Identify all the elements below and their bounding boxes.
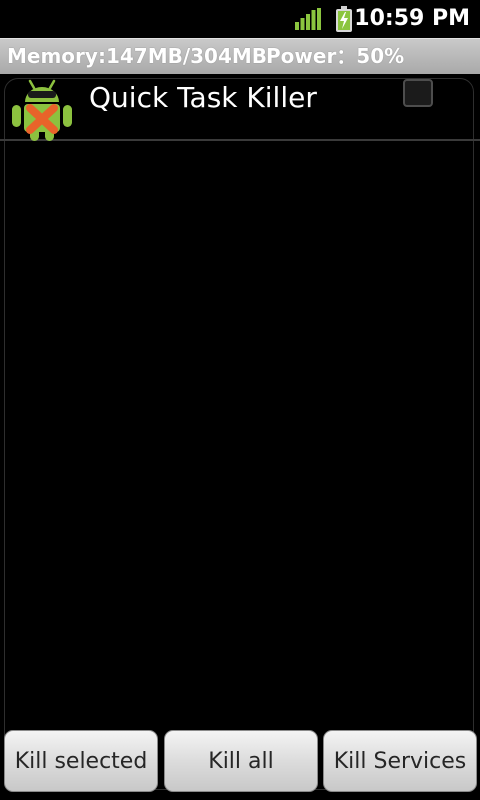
info-strip: Memory:147MB/304MB Power：50% <box>0 38 480 74</box>
memory-usage: Memory:147MB/304MB <box>7 44 268 68</box>
battery-level: Power：50% <box>266 44 405 68</box>
kill-selected-button[interactable]: Kill selected <box>4 730 158 792</box>
status-bar: 10:59 PM <box>0 0 480 38</box>
app-title: Quick Task Killer <box>89 81 317 114</box>
select-all-checkbox[interactable] <box>403 79 433 107</box>
signal-icon <box>295 8 321 30</box>
kill-all-button[interactable]: Kill all <box>164 730 318 792</box>
battery-charging-icon <box>336 6 352 32</box>
clock: 10:59 PM <box>354 6 470 31</box>
android-killer-icon <box>12 79 72 141</box>
action-button-row: Kill selected Kill all Kill Services <box>0 728 480 800</box>
kill-services-button[interactable]: Kill Services <box>323 730 477 792</box>
task-list-panel[interactable] <box>4 78 474 790</box>
